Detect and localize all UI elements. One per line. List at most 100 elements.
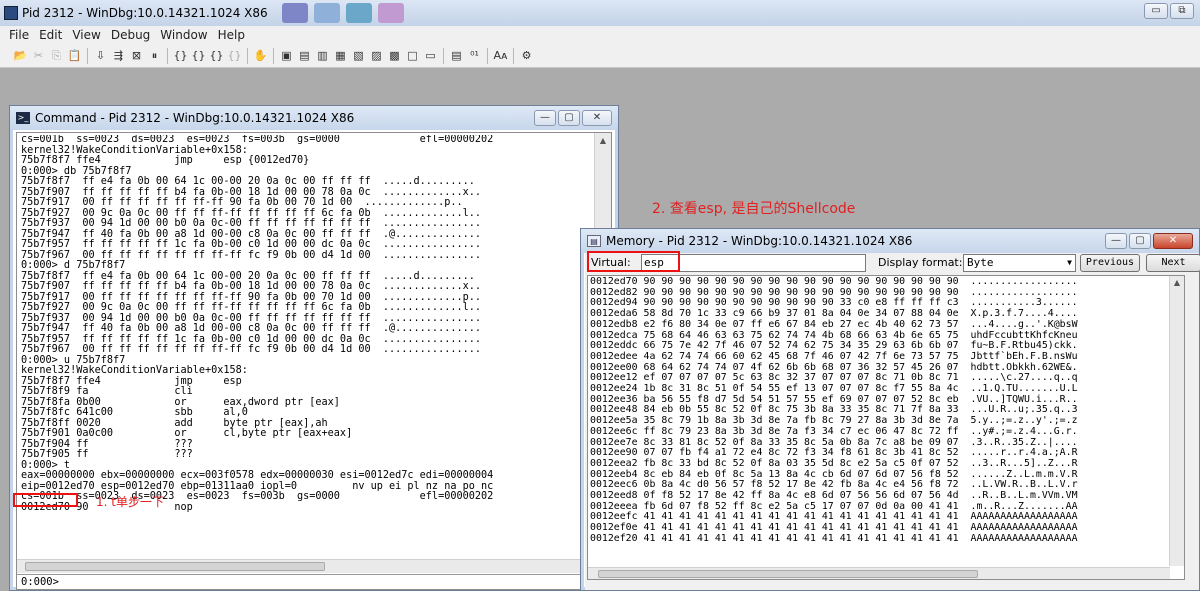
command-maximize-button[interactable]: ▢ — [558, 110, 580, 126]
toolbar-separator — [513, 47, 514, 64]
toolbar-separator — [247, 47, 248, 64]
memory-dump-row: 0012ee6c ff 8c 79 23 8a 3b 3d 8e 7a f3 3… — [590, 425, 1078, 437]
step-command-highlight — [13, 493, 78, 507]
memory-vertical-scrollbar[interactable]: ▲ — [1169, 276, 1184, 566]
hand-icon[interactable]: ✋ — [252, 47, 269, 64]
font-icon[interactable]: Aᴀ — [492, 47, 509, 64]
go-icon[interactable]: ⇩ — [92, 47, 109, 64]
break-icon[interactable]: ⏸ — [146, 47, 163, 64]
menu-edit[interactable]: Edit — [34, 28, 67, 42]
main-window-title: Pid 2312 - WinDbg:10.0.14321.1024 X86 — [22, 6, 268, 20]
memory-close-button[interactable]: ✕ — [1153, 233, 1193, 249]
virtual-esp-highlight — [587, 251, 680, 272]
copy-icon[interactable]: ⎘ — [48, 47, 65, 64]
toolbar-separator — [487, 47, 488, 64]
command-output-line: 75b7f957 ff ff ff ff ff 1c fa 0b-00 c0 1… — [21, 239, 482, 250]
disassembly-icon[interactable]: ▩ — [386, 47, 403, 64]
command-window: >_ Command - Pid 2312 - WinDbg:10.0.1432… — [9, 105, 619, 591]
restore-button[interactable]: ⧉ — [1170, 3, 1194, 19]
menu-file[interactable]: File — [4, 28, 34, 42]
memory-horizontal-scrollbar[interactable] — [588, 567, 1170, 579]
command-window-icon[interactable]: ▣ — [278, 47, 295, 64]
source-mode-icon[interactable]: ▤ — [448, 47, 465, 64]
registers-icon[interactable]: ▦ — [332, 47, 349, 64]
processes-icon[interactable]: ▭ — [422, 47, 439, 64]
cut-icon[interactable]: ✂ — [30, 47, 47, 64]
chevron-down-icon: ▼ — [1067, 258, 1072, 267]
command-minimize-button[interactable]: — — [534, 110, 556, 126]
command-window-title: Command - Pid 2312 - WinDbg:10.0.14321.1… — [35, 111, 355, 125]
memory-dump-row: 0012edb8 e2 f6 80 34 0e 07 ff e6 67 84 e… — [590, 318, 1078, 330]
previous-button[interactable]: Previous — [1080, 254, 1140, 272]
command-output-line: 75b7f937 00 94 1d 00 00 b0 0a 0c-00 ff f… — [21, 218, 482, 229]
title-bar-buttons — [281, 3, 404, 23]
command-output-line: 75b7f8f9 fa cli — [21, 386, 193, 397]
command-output-line: 75b7f8f7 ff e4 fa 0b 00 64 1c 00-00 20 0… — [21, 176, 475, 187]
menu-debug[interactable]: Debug — [106, 28, 155, 42]
display-format-value: Byte — [967, 256, 994, 269]
step-over-icon[interactable]: {} — [190, 47, 207, 64]
command-output-line: 75b7f947 ff 40 fa 0b 00 a8 1d 00-00 c8 0… — [21, 323, 482, 334]
title-bar-app-button[interactable] — [377, 3, 404, 23]
command-horizontal-scrollbar[interactable] — [17, 559, 595, 573]
main-window-controls: ▭ ⧉ — [1144, 3, 1194, 19]
memory-icon[interactable]: ▧ — [350, 47, 367, 64]
menu-bar: File Edit View Debug Window Help — [0, 26, 1200, 44]
scroll-up-arrow-icon[interactable]: ▲ — [1170, 276, 1184, 290]
command-output-line: eax=00000000 ebx=00000000 ecx=003f0578 e… — [21, 470, 494, 481]
title-bar-app-button[interactable] — [345, 3, 372, 23]
minimize-button[interactable]: ▭ — [1144, 3, 1168, 19]
display-format-label: Display format: — [878, 256, 963, 269]
command-output-line: kernel32!WakeConditionVariable+0x158: — [21, 365, 248, 376]
command-output-line: 75b7f905 ff ??? — [21, 449, 193, 460]
call-stack-icon[interactable]: ▨ — [368, 47, 385, 64]
locals-icon[interactable]: ▥ — [314, 47, 331, 64]
next-button[interactable]: Next — [1146, 254, 1200, 272]
options-icon[interactable]: ⚙ — [518, 47, 535, 64]
memory-window-title-bar: ▤ Memory - Pid 2312 - WinDbg:10.0.14321.… — [581, 229, 1199, 253]
run-to-cursor-icon[interactable]: {} — [226, 47, 243, 64]
memory-dump-pane[interactable]: 0012ed70 90 90 90 90 90 90 90 90 90 90 9… — [587, 275, 1185, 580]
open-icon[interactable]: 📂 — [12, 47, 29, 64]
command-prompt-icon: >_ — [16, 112, 30, 124]
paste-icon[interactable]: 📋 — [66, 47, 83, 64]
memory-dump-text: 0012ed70 90 90 90 90 90 90 90 90 90 90 9… — [590, 277, 1170, 577]
toolbar: 📂 ✂ ⎘ 📋 ⇩ ⇶ ⊠ ⏸{}{}{}{} ✋ ▣ ▤ ▥ ▦ ▧ ▨ ▩ □ ▭ ▤ ⁰¹ Aᴀ ⚙ — [0, 44, 1200, 68]
menu-help[interactable]: Help — [213, 28, 250, 42]
memory-annotation: 2. 查看esp, 是自己的Shellcode — [652, 201, 856, 217]
command-output-pane[interactable]: cs=001b ss=0023 ds=0023 es=0023 fs=003b … — [16, 132, 612, 590]
step-into-icon[interactable]: {} — [172, 47, 189, 64]
scrollbar-thumb[interactable] — [598, 570, 978, 578]
scratch-pad-icon[interactable]: □ — [404, 47, 421, 64]
command-output-line: 75b7f8fc 641c00 sbb al,0 — [21, 407, 248, 418]
hex-mode-icon[interactable]: ⁰¹ — [466, 47, 483, 64]
step-annotation: 1. t单步一下 — [96, 495, 164, 509]
scroll-up-arrow-icon[interactable]: ▲ — [595, 133, 611, 149]
command-output-line: 75b7f901 0a0c00 or cl,byte ptr [eax+eax] — [21, 428, 353, 439]
command-input-field[interactable]: 0:000> — [17, 574, 595, 589]
memory-maximize-button[interactable]: ▢ — [1129, 233, 1151, 249]
menu-window[interactable]: Window — [155, 28, 212, 42]
restart-icon[interactable]: ⇶ — [110, 47, 127, 64]
memory-minimize-button[interactable]: — — [1105, 233, 1127, 249]
toolbar-separator — [443, 47, 444, 64]
main-title-bar: Pid 2312 - WinDbg:10.0.14321.1024 X86 ▭ … — [0, 0, 1200, 26]
command-output-line: cs=001b ss=0023 ds=0023 es=0023 fs=003b … — [21, 135, 494, 145]
memory-body: Virtual: esp Display format: Byte ▼ Prev… — [585, 251, 1200, 590]
memory-dump-row: 0012ef20 41 41 41 41 41 41 41 41 41 41 4… — [590, 532, 1078, 544]
display-format-select[interactable]: Byte ▼ — [963, 254, 1076, 272]
menu-view[interactable]: View — [67, 28, 105, 42]
stop-icon[interactable]: ⊠ — [128, 47, 145, 64]
command-close-button[interactable]: ✕ — [582, 110, 612, 126]
title-bar-app-button[interactable] — [313, 3, 340, 23]
toolbar-separator — [87, 47, 88, 64]
toolbar-separator — [273, 47, 274, 64]
command-window-title-bar: >_ Command - Pid 2312 - WinDbg:10.0.1432… — [10, 106, 618, 130]
windbg-app-icon — [4, 6, 18, 20]
watch-icon[interactable]: ▤ — [296, 47, 313, 64]
title-bar-app-button[interactable] — [281, 3, 308, 23]
scrollbar-thumb[interactable] — [25, 562, 325, 571]
command-output-line: 75b7f8f7 ffe4 jmp esp {0012ed70} — [21, 155, 310, 166]
step-out-icon[interactable]: {} — [208, 47, 225, 64]
command-output-line: 75b7f917 00 ff ff ff ff ff ff-ff 90 fa 0… — [21, 197, 463, 208]
